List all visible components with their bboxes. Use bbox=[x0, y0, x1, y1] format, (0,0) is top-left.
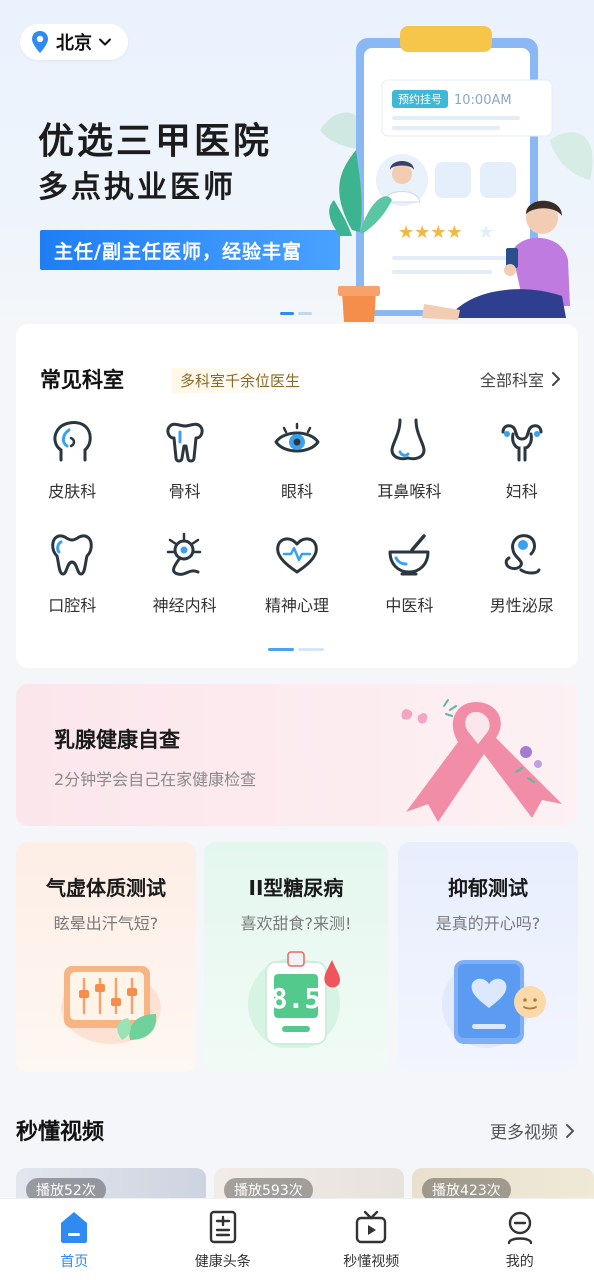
nose-icon bbox=[390, 418, 426, 461]
departments-header: 常见科室 多科室千余位医生 全部科室 bbox=[16, 364, 578, 394]
news-icon bbox=[209, 1210, 236, 1244]
chevron-right-icon bbox=[552, 372, 560, 386]
test-subtitle: 喜欢甜食?来测! bbox=[240, 914, 352, 933]
videos-title: 秒懂视频 bbox=[16, 1120, 105, 1145]
dept-label: 骨科 bbox=[168, 482, 201, 501]
breast-selfcheck-card[interactable]: 乳腺健康自查 2分钟学会自己在家健康检查 bbox=[16, 684, 578, 826]
departments-card: 常见科室 多科室千余位医生 全部科室 皮肤科 骨科 眼科 耳鼻喉科 妇科 口腔科… bbox=[16, 324, 578, 668]
dept-item-ent[interactable]: 耳鼻喉科 bbox=[353, 416, 465, 530]
eye-icon bbox=[274, 422, 320, 453]
dept-item-ophthalmology[interactable]: 眼科 bbox=[241, 416, 353, 530]
all-departments-link[interactable]: 全部科室 bbox=[480, 367, 562, 391]
tab-label: 健康头条 bbox=[194, 1254, 251, 1270]
departments-subtitle: 多科室千余位医生 bbox=[172, 368, 309, 393]
profile-icon bbox=[507, 1211, 532, 1245]
tab-health-news[interactable]: 健康头条 bbox=[149, 1199, 298, 1280]
dept-item-psychology[interactable]: 精神心理 bbox=[241, 530, 353, 644]
banner-pagination bbox=[280, 312, 312, 315]
dept-label: 妇科 bbox=[505, 482, 538, 501]
mortar-icon bbox=[388, 534, 430, 576]
tab-label: 首页 bbox=[60, 1254, 89, 1270]
departments-dot bbox=[268, 648, 294, 651]
banner-dot bbox=[280, 312, 294, 315]
home-icon bbox=[61, 1212, 88, 1243]
dept-label: 耳鼻喉科 bbox=[377, 482, 442, 501]
video-icon bbox=[356, 1210, 387, 1244]
svg-text:★★★★: ★★★★ bbox=[398, 222, 463, 243]
departments-row: 皮肤科 骨科 眼科 耳鼻喉科 妇科 bbox=[16, 416, 578, 530]
svg-text:★: ★ bbox=[478, 222, 494, 243]
glucose-reading: 8.5 bbox=[271, 982, 322, 1015]
test-card-qi-deficiency[interactable]: 气虚体质测试 眩晕出汗气短? bbox=[16, 842, 196, 1072]
test-card-depression[interactable]: 抑郁测试 是真的开心吗? bbox=[398, 842, 578, 1072]
bottom-tab-bar: 首页 健康头条 秒懂视频 我的 bbox=[0, 1198, 594, 1280]
banner-subtitle: 多点执业医师 bbox=[38, 170, 236, 205]
dept-label: 神经内科 bbox=[152, 596, 217, 615]
pink-ribbon-icon bbox=[401, 699, 562, 822]
location-pin-icon bbox=[32, 31, 48, 53]
breast-subtitle: 2分钟学会自己在家健康检查 bbox=[54, 770, 257, 789]
test-card-diabetes[interactable]: II型糖尿病 喜欢甜食?来测! 8.5 bbox=[204, 842, 388, 1072]
dept-label: 男性泌尿 bbox=[489, 596, 554, 615]
dept-label: 皮肤科 bbox=[48, 482, 97, 501]
doctor-appointment-illustration: 预约挂号 10:00AM ★★★★ ★ bbox=[320, 26, 593, 322]
dept-item-gynecology[interactable]: 妇科 bbox=[466, 416, 578, 530]
hero-banner[interactable]: 北京 优选三甲医院 多点执业医师 主任/副主任医师，经验丰富 预约挂号 10:0… bbox=[0, 0, 594, 330]
departments-dot bbox=[298, 648, 324, 651]
illus-time-text: 10:00AM bbox=[454, 93, 512, 108]
bone-icon bbox=[166, 422, 204, 463]
dept-item-tcm[interactable]: 中医科 bbox=[353, 530, 465, 644]
tooth-icon bbox=[51, 534, 93, 576]
chevron-down-icon bbox=[99, 38, 111, 46]
more-videos-link[interactable]: 更多视频 bbox=[490, 1118, 576, 1143]
illus-badge-text: 预约挂号 bbox=[398, 92, 442, 106]
dept-label: 眼科 bbox=[280, 482, 313, 501]
dept-label: 精神心理 bbox=[264, 596, 329, 615]
location-selector[interactable]: 北京 bbox=[20, 24, 128, 60]
dept-label: 口腔科 bbox=[48, 596, 97, 615]
city-name: 北京 bbox=[56, 33, 92, 54]
departments-row: 口腔科 神经内科 精神心理 中医科 男性泌尿 bbox=[16, 530, 578, 644]
tab-home[interactable]: 首页 bbox=[0, 1199, 149, 1280]
glucose-meter-icon: 8.5 bbox=[248, 951, 340, 1048]
dept-item-stomatology[interactable]: 口腔科 bbox=[16, 530, 128, 644]
tab-profile[interactable]: 我的 bbox=[446, 1199, 594, 1280]
tab-label: 秒懂视频 bbox=[343, 1254, 400, 1270]
banner-tag: 主任/副主任医师，经验丰富 bbox=[40, 230, 340, 270]
departments-grid: 皮肤科 骨科 眼科 耳鼻喉科 妇科 口腔科 神经内科 精神心理 中医科 男性泌尿 bbox=[16, 416, 578, 644]
tab-videos[interactable]: 秒懂视频 bbox=[297, 1199, 446, 1280]
tab-label: 我的 bbox=[505, 1254, 534, 1270]
neuron-icon bbox=[166, 532, 201, 576]
banner-dot bbox=[298, 312, 312, 315]
chevron-right-icon bbox=[566, 1123, 574, 1138]
dept-item-male-urology[interactable]: 男性泌尿 bbox=[466, 530, 578, 644]
dept-label: 中医科 bbox=[385, 596, 434, 615]
male-urology-icon bbox=[504, 534, 541, 575]
test-subtitle: 眩晕出汗气短? bbox=[53, 914, 159, 933]
more-videos-label: 更多视频 bbox=[490, 1123, 558, 1143]
heart-pulse-icon bbox=[276, 537, 318, 574]
dept-item-neurology[interactable]: 神经内科 bbox=[128, 530, 240, 644]
all-departments-label: 全部科室 bbox=[479, 371, 544, 390]
uterus-icon bbox=[501, 424, 543, 462]
dept-item-dermatology[interactable]: 皮肤科 bbox=[16, 416, 128, 530]
test-title: 抑郁测试 bbox=[448, 876, 528, 900]
test-subtitle: 是真的开心吗? bbox=[435, 914, 541, 933]
test-title: II型糖尿病 bbox=[248, 876, 344, 900]
departments-pagination bbox=[268, 648, 324, 651]
skin-icon bbox=[53, 421, 92, 462]
test-title: 气虚体质测试 bbox=[46, 876, 166, 900]
monitor-leaf-icon bbox=[61, 966, 161, 1044]
banner-title: 优选三甲医院 bbox=[38, 121, 273, 162]
phone-heart-icon bbox=[442, 960, 546, 1048]
dept-item-orthopedics[interactable]: 骨科 bbox=[128, 416, 240, 530]
breast-title: 乳腺健康自查 bbox=[54, 728, 180, 752]
departments-title: 常见科室 bbox=[40, 368, 124, 392]
